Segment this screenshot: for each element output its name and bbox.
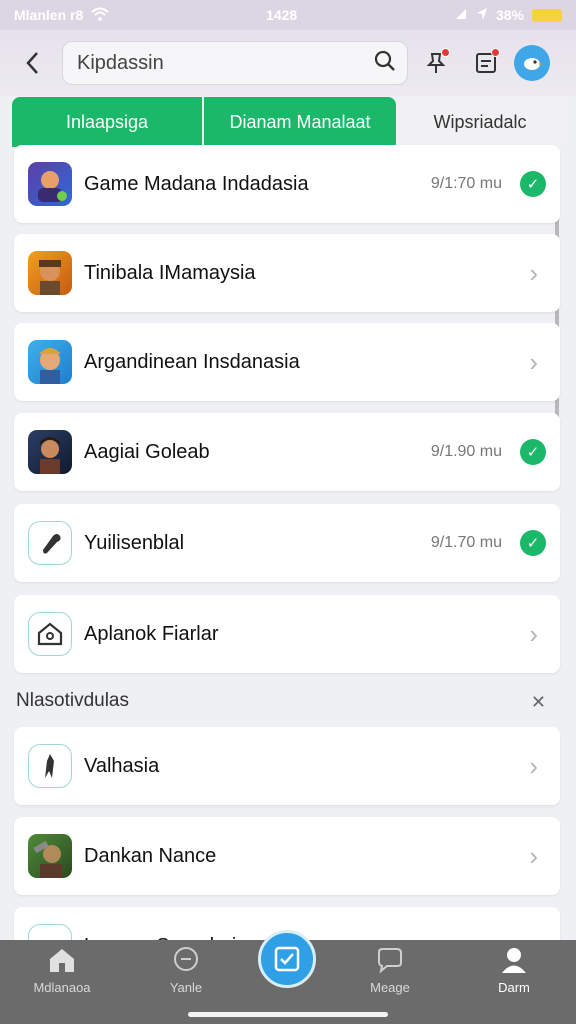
section-title: Nlasotivdulas bbox=[16, 690, 129, 711]
check-circle-icon: ✓ bbox=[520, 439, 546, 465]
user-icon bbox=[502, 948, 526, 973]
chevron-right-icon: › bbox=[529, 257, 538, 288]
tab-3[interactable]: Wipsriadalc bbox=[396, 97, 564, 147]
chat-icon bbox=[174, 947, 198, 971]
list-item[interactable]: Aplanok Fiarlar › bbox=[14, 595, 560, 673]
game-app-icon bbox=[28, 834, 72, 878]
list-item[interactable]: Yuilisenblal 9/1.70 mu ✓ bbox=[14, 504, 560, 582]
nav-profile[interactable]: Darm bbox=[464, 946, 564, 995]
tab-1[interactable]: Inlaapsiga bbox=[12, 97, 202, 147]
nav-home-label: Mdlanaoa bbox=[33, 980, 91, 995]
item-label: Valhasia bbox=[84, 754, 160, 777]
home-icon bbox=[50, 949, 74, 972]
chevron-right-icon: › bbox=[529, 346, 538, 377]
notification-dot bbox=[491, 48, 500, 57]
battery-text: 38% bbox=[495, 7, 524, 23]
status-right: 38% bbox=[454, 7, 562, 24]
game-app-icon bbox=[28, 162, 72, 206]
tab-2[interactable]: Dianam Manalaat bbox=[202, 97, 396, 147]
item-label: Dankan Nance bbox=[84, 844, 217, 867]
nav-chat-label: Yanle bbox=[169, 980, 203, 995]
inbox-button[interactable] bbox=[466, 43, 506, 83]
game-app-icon bbox=[28, 430, 72, 474]
bird-icon bbox=[524, 58, 543, 70]
item-label: Aplanok Fiarlar bbox=[84, 622, 219, 645]
chevron-left-icon bbox=[26, 52, 38, 74]
chevron-right-icon: › bbox=[529, 840, 538, 871]
search-input[interactable] bbox=[77, 51, 373, 75]
item-label: Tinibala IMamaysia bbox=[84, 261, 256, 284]
battery-icon bbox=[532, 8, 562, 22]
notification-dot bbox=[441, 48, 450, 57]
location-icon bbox=[476, 7, 488, 24]
item-meta: 9/1:70 mu bbox=[430, 175, 502, 192]
list-item[interactable]: Aagiai Goleab 9/1.90 mu ✓ bbox=[14, 413, 560, 491]
message-icon bbox=[378, 948, 402, 974]
nav-chat[interactable]: Yanle bbox=[136, 946, 236, 995]
item-label: Aagiai Goleab bbox=[84, 440, 210, 463]
chevron-right-icon: › bbox=[529, 618, 538, 649]
clock-text: 1428 bbox=[266, 7, 298, 23]
status-left: Mlanlen r8 bbox=[14, 7, 109, 24]
nav-message-label: Meage bbox=[370, 980, 410, 995]
figure-app-icon bbox=[28, 744, 72, 788]
top-header bbox=[0, 30, 576, 96]
list-item[interactable]: Valhasia › bbox=[14, 727, 560, 805]
home-indicator bbox=[188, 1012, 388, 1017]
compose-button[interactable] bbox=[258, 930, 316, 988]
close-icon[interactable]: ✕ bbox=[531, 692, 546, 713]
list-item[interactable]: Game Madana Indadasia 9/1:70 mu ✓ bbox=[14, 145, 560, 223]
check-circle-icon: ✓ bbox=[520, 171, 546, 197]
wrench-app-icon bbox=[28, 521, 72, 565]
item-label: Game Madana Indadasia bbox=[84, 172, 309, 195]
search-box[interactable] bbox=[62, 41, 408, 85]
check-circle-icon: ✓ bbox=[520, 530, 546, 556]
nav-message[interactable]: Meage bbox=[340, 946, 440, 995]
back-button[interactable] bbox=[14, 45, 50, 81]
list-item[interactable]: Dankan Nance › bbox=[14, 817, 560, 895]
nav-profile-label: Darm bbox=[498, 980, 530, 995]
search-icon[interactable] bbox=[373, 49, 397, 78]
edit-icon bbox=[274, 946, 300, 972]
game-app-icon bbox=[28, 251, 72, 295]
category-tabs: Inlaapsiga Dianam Manalaat Wipsriadalc bbox=[12, 97, 564, 147]
wifi-icon bbox=[91, 7, 109, 24]
item-meta: 9/1.90 mu bbox=[430, 443, 502, 460]
list-item[interactable]: Tinibala IMamaysia › bbox=[14, 234, 560, 312]
chevron-right-icon: › bbox=[529, 750, 538, 781]
game-app-icon bbox=[28, 340, 72, 384]
carrier-text: Mlanlen r8 bbox=[14, 7, 84, 23]
avatar[interactable] bbox=[514, 45, 550, 81]
house-app-icon bbox=[28, 612, 72, 656]
list-item[interactable]: Argandinean Insdanasia › bbox=[14, 323, 560, 401]
item-meta: 9/1.70 mu bbox=[430, 534, 502, 551]
signal-icon bbox=[454, 7, 468, 24]
item-label: Yuilisenblal bbox=[84, 531, 185, 554]
item-label: Argandinean Insdanasia bbox=[84, 350, 300, 373]
nav-home[interactable]: Mdlanaoa bbox=[12, 946, 112, 995]
status-bar: Mlanlen r8 1428 38% bbox=[0, 0, 576, 30]
pin-button[interactable] bbox=[416, 43, 456, 83]
